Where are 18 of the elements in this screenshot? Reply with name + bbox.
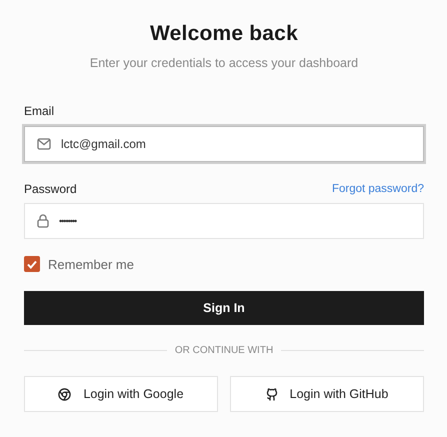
github-login-button[interactable]: Login with GitHub (230, 376, 424, 412)
github-icon (266, 388, 278, 400)
google-login-button[interactable]: Login with Google (24, 376, 218, 412)
sign-in-button[interactable]: Sign In (24, 291, 424, 325)
chrome-icon (58, 388, 72, 400)
checkbox-label: Remember me (48, 256, 134, 272)
forgot-password-link[interactable]: Forgot password? (332, 183, 424, 195)
email-field[interactable]: lctc@gmail.com (24, 126, 424, 162)
password-field[interactable]: •••••••• (24, 203, 424, 239)
checkmark-icon (27, 260, 37, 268)
page-title: Welcome back (149, 22, 299, 46)
subtitle: Enter your credentials to access your dashboard (88, 56, 360, 70)
lock-icon (37, 214, 49, 228)
divider-label: OR CONTINUE WITH (174, 345, 274, 356)
checkbox[interactable] (24, 256, 40, 272)
field-label: Email (24, 104, 54, 118)
field-label: Password (24, 182, 77, 196)
mail-icon (37, 138, 51, 150)
